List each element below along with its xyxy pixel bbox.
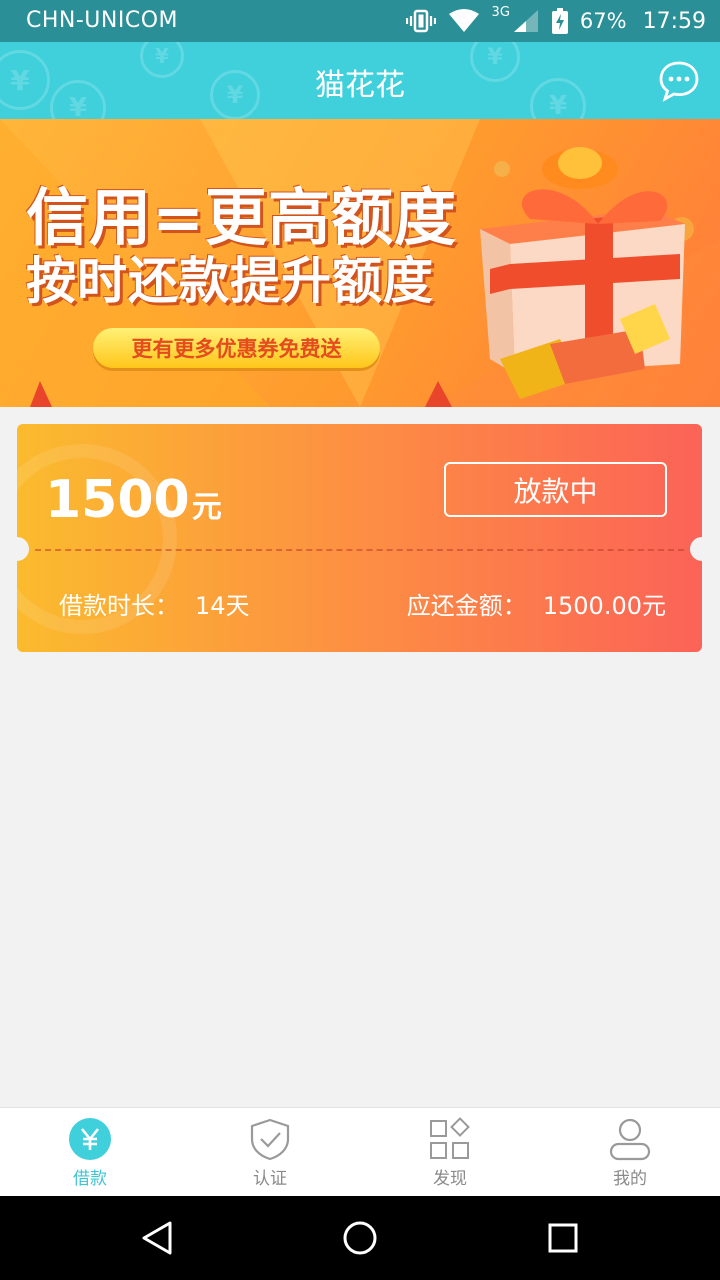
chat-bubble-icon (659, 61, 699, 102)
loan-term-value: 14天 (195, 592, 250, 620)
loan-amount-value: 1500 (45, 470, 190, 530)
nav-label-mine: 我的 (613, 1169, 647, 1189)
home-circle-icon[interactable] (338, 1216, 382, 1260)
disbursing-status-button[interactable]: 放款中 (444, 462, 667, 517)
promo-banner[interactable]: 信用=更高额度 按时还款提升额度 更有更多优惠券免费送 (0, 119, 720, 407)
loan-term-label: 借款时长： (59, 592, 179, 620)
user-icon (608, 1117, 652, 1161)
amount-due: 应还金额： 1500.00元 (407, 586, 666, 621)
status-icons: 3G 67% 17:59 (405, 4, 706, 36)
carrier-label: CHN-UNICOM (26, 8, 179, 33)
yen-circle-icon (68, 1117, 112, 1161)
status-bar: CHN-UNICOM 3G 67% 17:59 (0, 0, 720, 42)
recents-square-icon[interactable] (541, 1216, 585, 1260)
chat-button[interactable] (658, 60, 700, 102)
page-title: 猫花花 (315, 68, 405, 103)
signal-icon (512, 8, 540, 34)
card-notch-right (690, 537, 702, 561)
app-bar: ¥ ¥ ¥ ¥ ¥ ¥ 猫花花 (0, 42, 720, 119)
loan-card[interactable]: 1500 元 放款中 借款时长： 14天 应还金额： 1500.00元 (17, 424, 702, 652)
loan-amount: 1500 元 (45, 470, 222, 530)
battery-percent: 67% (579, 9, 627, 33)
loan-term: 借款时长： 14天 (59, 586, 250, 621)
back-triangle-icon[interactable] (136, 1216, 180, 1260)
nav-item-verify[interactable]: 认证 (180, 1108, 360, 1196)
banner-coupon-pill[interactable]: 更有更多优惠券免费送 (93, 328, 380, 368)
card-divider (35, 549, 684, 551)
network-type-label: 3G (491, 4, 510, 20)
system-nav-bar (0, 1196, 720, 1280)
wifi-icon (448, 8, 480, 34)
nav-label-verify: 认证 (253, 1169, 287, 1189)
shield-check-icon (248, 1117, 292, 1161)
bottom-nav: 借款 认证 发现 我的 (0, 1107, 720, 1196)
nav-item-discover[interactable]: 发现 (360, 1108, 540, 1196)
clock: 17:59 (642, 8, 706, 34)
nav-label-discover: 发现 (433, 1169, 467, 1189)
battery-icon (551, 8, 568, 34)
nav-item-loan[interactable]: 借款 (0, 1108, 180, 1196)
gift-box-illustration (480, 147, 694, 399)
nav-item-mine[interactable]: 我的 (540, 1108, 720, 1196)
grid-discover-icon (428, 1117, 472, 1161)
banner-subheadline: 按时还款提升额度 (26, 252, 434, 310)
loan-amount-unit: 元 (191, 490, 222, 525)
amount-due-value: 1500.00元 (542, 592, 666, 620)
vibrate-icon (405, 9, 436, 33)
nav-label-loan: 借款 (73, 1169, 107, 1189)
amount-due-label: 应还金额： (406, 592, 527, 620)
